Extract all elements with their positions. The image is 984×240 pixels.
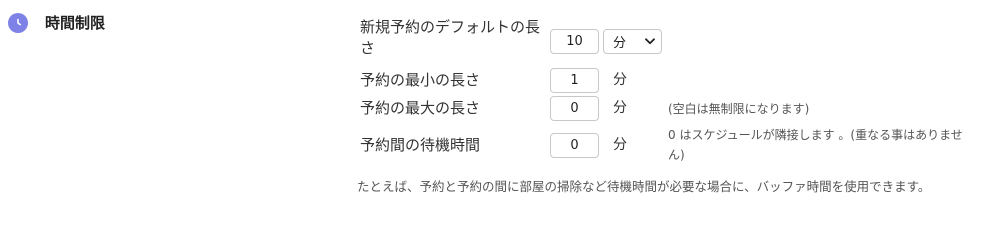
max-length-input[interactable] [550, 96, 599, 121]
max-length-unit: 分 [613, 100, 627, 116]
max-length-label: 予約の最大の長さ [360, 99, 481, 117]
min-length-label: 予約の最小の長さ [360, 71, 481, 89]
min-length-input[interactable] [550, 68, 599, 93]
buffer-unit: 分 [613, 137, 627, 153]
unit-select-value: 分 [613, 36, 627, 51]
default-length-unit-select[interactable]: 分 [603, 29, 662, 54]
default-length-label: 新規予約のデフォルトの長さ [360, 18, 541, 57]
buffer-help-text: たとえば、予約と予約の間に部屋の掃除など待機時間が必要な場合に、バッファ時間を使… [357, 179, 931, 194]
default-length-input[interactable] [550, 29, 599, 54]
buffer-label: 予約間の待機時間 [360, 136, 481, 154]
min-length-unit: 分 [613, 72, 627, 88]
clock-icon [8, 13, 28, 33]
clock-icon-glyph [17, 18, 22, 26]
max-length-note: (空白は無制限になります) [668, 102, 810, 116]
buffer-input[interactable] [550, 133, 599, 158]
chevron-down-icon [645, 38, 655, 45]
section-title: 時間制限 [45, 14, 106, 32]
buffer-note: 0 はスケジュールが隣接します 。(重なる事はありません) [668, 128, 963, 162]
